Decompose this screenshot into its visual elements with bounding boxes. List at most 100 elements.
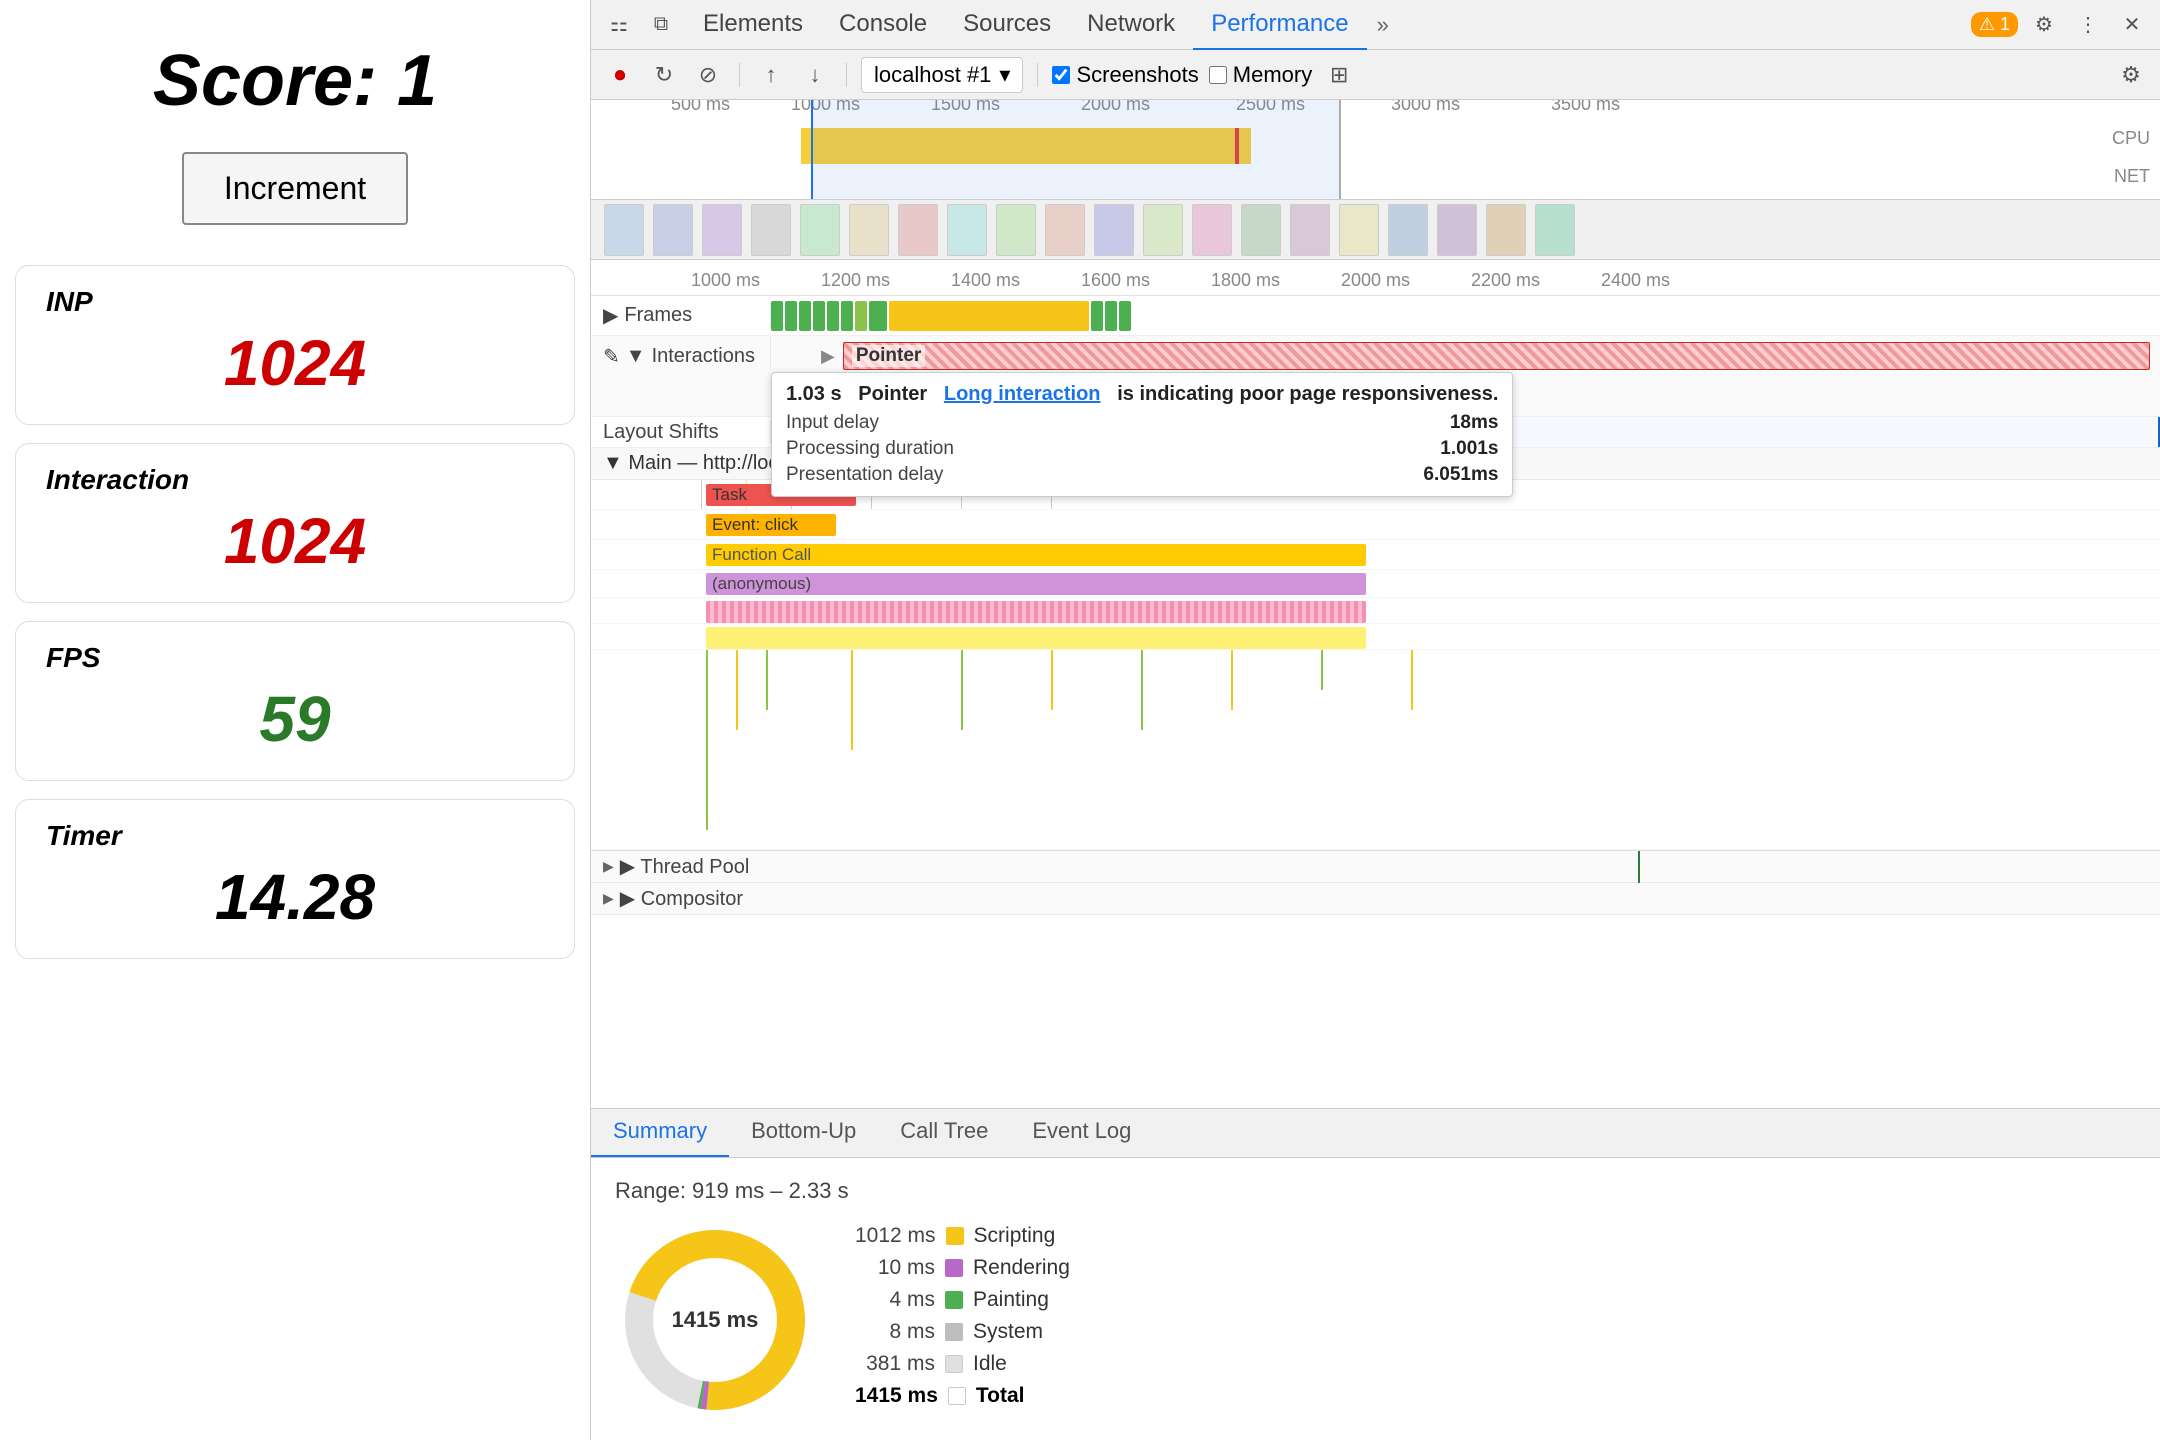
yellow-bar[interactable] — [706, 627, 1366, 649]
devtools-topbar: ⚏ ⧉ Elements Console Sources Network Per… — [591, 0, 2160, 50]
pink-flame-row — [591, 598, 2160, 624]
yellow-vline-3 — [1051, 650, 1053, 710]
timer-value: 14.28 — [46, 860, 544, 934]
timeline-overview[interactable]: 500 ms 1000 ms 1500 ms 2000 ms 2500 ms 3… — [591, 100, 2160, 200]
interactions-triangle[interactable]: ▼ — [626, 345, 646, 368]
more-options-icon[interactable]: ⋮ — [2070, 7, 2106, 43]
bottom-tabs: Summary Bottom-Up Call Tree Event Log — [591, 1108, 2160, 1158]
frames-triangle[interactable]: ▶ — [603, 303, 618, 328]
flamechart-area[interactable]: 1000 ms 1200 ms 1400 ms 1600 ms 1800 ms … — [591, 260, 2160, 1108]
pointer-arrow: ▶ — [821, 346, 835, 367]
legend-painting-ms: 4 ms — [855, 1288, 935, 1312]
frame-block — [855, 301, 867, 331]
flamechart-ruler: 1000 ms 1200 ms 1400 ms 1600 ms 1800 ms … — [591, 260, 2160, 296]
green-vline — [706, 650, 708, 830]
upload-icon[interactable]: ↑ — [754, 58, 788, 92]
tab-more[interactable]: » — [1367, 12, 1399, 38]
compositor-triangle: ▶ — [603, 890, 614, 907]
tab-performance[interactable]: Performance — [1193, 0, 1366, 50]
tab-network[interactable]: Network — [1069, 0, 1193, 50]
thread-pool-vline — [1638, 851, 1640, 883]
url-selector[interactable]: localhost #1 ▾ — [861, 57, 1023, 93]
warning-badge[interactable]: ⚠ 1 — [1971, 12, 2018, 37]
tooltip-processing-value: 1.001s — [1440, 438, 1498, 460]
selection-range[interactable] — [811, 100, 1341, 199]
tab-summary[interactable]: Summary — [591, 1107, 729, 1157]
legend-rendering-color — [945, 1259, 963, 1277]
memory-toggle[interactable]: Memory — [1209, 62, 1312, 88]
tick-500ms: 500 ms — [671, 100, 730, 115]
screenshot-thumb — [1143, 204, 1183, 256]
anonymous-bar[interactable]: (anonymous) — [706, 573, 1366, 595]
tooltip-link[interactable]: Long interaction — [944, 383, 1101, 405]
devtools-action-icons: ⚠ 1 ⚙ ⋮ ✕ — [1971, 7, 2150, 43]
close-icon[interactable]: ✕ — [2114, 7, 2150, 43]
legend-scripting-ms: 1012 ms — [855, 1224, 936, 1248]
screenshots-checkbox[interactable] — [1052, 66, 1070, 84]
screenshots-label: Screenshots — [1076, 62, 1198, 88]
devtools-dock-icon[interactable]: ⚏ — [601, 7, 637, 43]
download-icon[interactable]: ↓ — [798, 58, 832, 92]
score-value: 1 — [397, 41, 437, 121]
frame-block — [785, 301, 797, 331]
compositor-row[interactable]: ▶ ▶ Compositor — [591, 883, 2160, 915]
yellow-vline-5 — [1411, 650, 1413, 710]
legend-idle-name: Idle — [973, 1352, 1007, 1376]
increment-button[interactable]: Increment — [182, 152, 408, 225]
frame-block — [1119, 301, 1131, 331]
tab-console[interactable]: Console — [821, 0, 945, 50]
legend-idle-ms: 381 ms — [855, 1352, 935, 1376]
scrubber-line[interactable] — [811, 100, 813, 199]
screenshots-toggle[interactable]: Screenshots — [1052, 62, 1198, 88]
fps-value: 59 — [46, 682, 544, 756]
inp-label: INP — [46, 286, 544, 318]
inp-card: INP 1024 — [15, 265, 575, 425]
function-call-bar[interactable]: Function Call — [706, 544, 1366, 566]
fps-card: FPS 59 — [15, 621, 575, 781]
timer-card: Timer 14.28 — [15, 799, 575, 959]
clear-icon[interactable]: ⊘ — [691, 58, 725, 92]
anonymous-flame-row: (anonymous) — [591, 570, 2160, 598]
performance-toolbar: ⏺ ↻ ⊘ ↑ ↓ localhost #1 ▾ Screenshots Mem… — [591, 50, 2160, 100]
record-icon[interactable]: ⏺ — [603, 58, 637, 92]
flamechart-tick-1400: 1400 ms — [951, 270, 1020, 291]
tooltip-presentation-value: 6.051ms — [1423, 464, 1498, 486]
legend-idle-color — [945, 1355, 963, 1373]
memory-icon[interactable]: ⊞ — [1322, 58, 1356, 92]
tab-event-log[interactable]: Event Log — [1010, 1107, 1153, 1157]
screenshot-thumb — [751, 204, 791, 256]
reload-record-icon[interactable]: ↻ — [647, 58, 681, 92]
yellow-vline-4 — [1231, 650, 1233, 710]
pink-bar[interactable] — [706, 601, 1366, 623]
yellow-flame-row — [591, 624, 2160, 650]
screenshot-thumb — [653, 204, 693, 256]
tab-elements[interactable]: Elements — [685, 0, 821, 50]
frames-label: ▶ Frames — [591, 303, 771, 328]
legend-idle: 381 ms Idle — [855, 1352, 1070, 1376]
legend-scripting-color — [946, 1227, 964, 1245]
legend-system-ms: 8 ms — [855, 1320, 935, 1344]
memory-checkbox[interactable] — [1209, 66, 1227, 84]
devtools-undock-icon[interactable]: ⧉ — [643, 7, 679, 43]
score-label: Score: — [153, 41, 377, 121]
flamechart-tick-2200: 2200 ms — [1471, 270, 1540, 291]
green-vline-4 — [1141, 650, 1143, 730]
screenshot-thumb — [800, 204, 840, 256]
pointer-bar[interactable]: Pointer — [843, 342, 2150, 370]
tooltip-row-processing: Processing duration 1.001s — [786, 438, 1498, 460]
legend-system: 8 ms System — [855, 1320, 1070, 1344]
tab-sources[interactable]: Sources — [945, 0, 1069, 50]
event-click-bar[interactable]: Event: click — [706, 514, 836, 536]
gear-icon[interactable]: ⚙ — [2114, 58, 2148, 92]
tooltip-presentation-label: Presentation delay — [786, 464, 943, 486]
tab-call-tree[interactable]: Call Tree — [878, 1107, 1010, 1157]
screenshot-strip — [591, 200, 2160, 260]
tab-bottom-up[interactable]: Bottom-Up — [729, 1107, 878, 1157]
screenshot-thumb — [1192, 204, 1232, 256]
frame-block-large — [889, 301, 1089, 331]
thread-pool-row[interactable]: ▶ ▶ Thread Pool — [591, 851, 2160, 883]
legend-system-name: System — [973, 1320, 1043, 1344]
frame-block — [1105, 301, 1117, 331]
green-vline-3 — [961, 650, 963, 730]
settings-icon[interactable]: ⚙ — [2026, 7, 2062, 43]
